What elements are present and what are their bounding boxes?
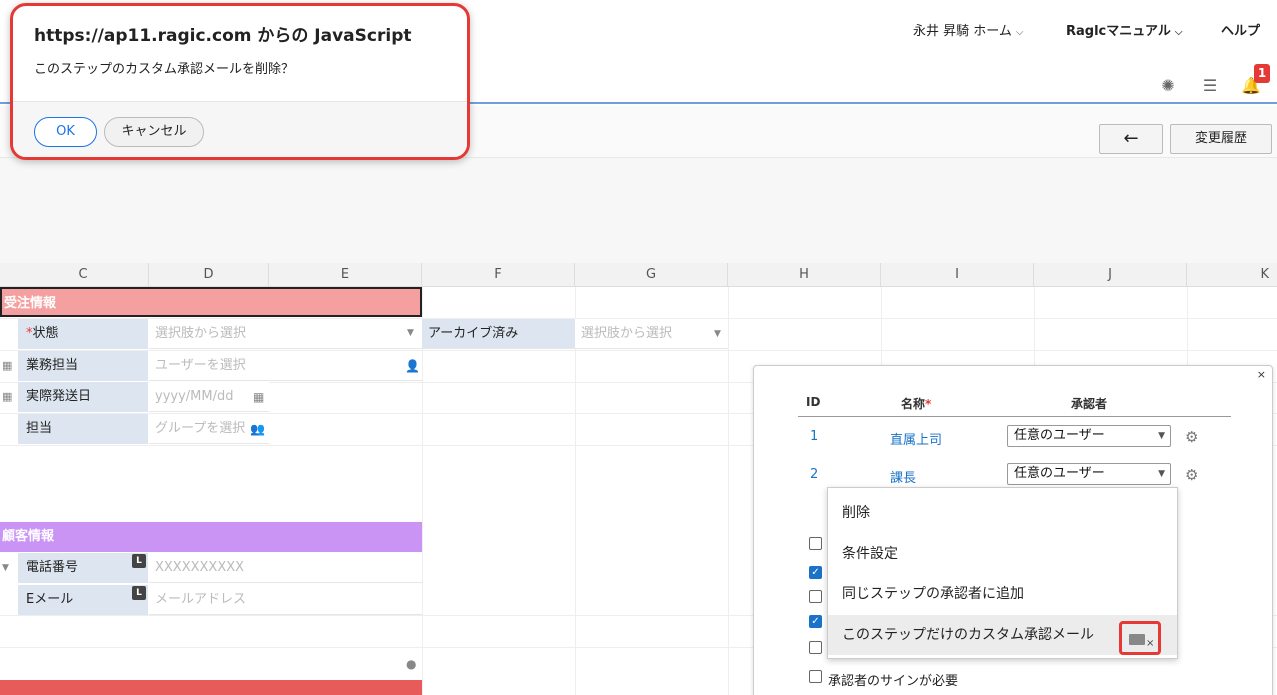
phone-input[interactable]: XXXXXXXXXX — [149, 553, 422, 583]
archived-select[interactable]: 選択肢から選択 — [575, 319, 728, 349]
confirm-dialog: https://ap11.ragic.com からの JavaScript この… — [10, 3, 470, 160]
dropdown-arrow-icon: ▼ — [407, 328, 414, 338]
column-header: F — [422, 263, 575, 287]
step-id: 2 — [810, 467, 819, 482]
user-home-menu[interactable]: 永井 昇騎 ホーム ⌵ — [913, 20, 1023, 39]
section-red-bar — [0, 680, 422, 695]
approver-select-value: 任意のユーザー — [1014, 466, 1105, 481]
link-badge: L — [132, 586, 146, 600]
column-header: D — [149, 263, 269, 287]
menu-item-custom-email[interactable]: このステップだけのカスタム承認メール × — [828, 615, 1177, 655]
chip-icon[interactable]: ✺ — [1158, 76, 1178, 96]
history-button[interactable]: 変更履歴 — [1170, 124, 1272, 154]
manual-menu[interactable]: Raglcマニュアル ⌵ — [1066, 20, 1182, 39]
approver-select-value: 任意のユーザー — [1014, 428, 1105, 443]
step-name-link[interactable]: 直属上司 — [890, 429, 942, 448]
close-icon: × — [1146, 638, 1155, 649]
option-checkbox[interactable]: ✓ — [809, 566, 822, 579]
status-label: *状態 — [18, 319, 148, 349]
sign-required-label: 承認者のサインが必要 — [828, 674, 959, 689]
dialog-footer: OK キャンセル — [13, 101, 467, 157]
header-id: ID — [806, 395, 821, 409]
cancel-button[interactable]: キャンセル — [104, 117, 204, 147]
status-select[interactable]: 選択肢から選択 — [149, 319, 422, 349]
dropdown-arrow-icon: ▼ — [2, 563, 9, 573]
column-header: E — [269, 263, 422, 287]
column-header: J — [1034, 263, 1187, 287]
chevron-down-icon: ⌵ — [1015, 27, 1024, 38]
link-badge: L — [132, 554, 146, 568]
user-icon: 👤 — [405, 359, 420, 373]
menu-item-delete[interactable]: 削除 — [828, 493, 1177, 533]
sign-required-checkbox[interactable] — [809, 670, 822, 683]
archived-label: アーカイブ済み — [422, 319, 575, 349]
required-marker: * — [925, 397, 932, 411]
ship-date-label: 実際発送日 — [18, 382, 148, 412]
email-label: Eメール — [18, 585, 148, 615]
status-label-text: 状態 — [32, 326, 59, 341]
column-header: H — [728, 263, 881, 287]
header-divider — [798, 416, 1231, 417]
staff-label: 業務担当 — [18, 351, 148, 381]
gear-icon[interactable]: ⚙ — [1185, 466, 1198, 484]
option-checkbox[interactable] — [809, 641, 822, 654]
column-header: C — [18, 263, 149, 287]
user-home-label: 永井 昇騎 ホーム — [913, 24, 1012, 39]
back-button[interactable]: ← — [1099, 124, 1163, 154]
custom-email-label: このステップだけのカスタム承認メール — [842, 627, 1094, 643]
form-header-area — [0, 158, 1277, 263]
step-id: 1 — [810, 429, 819, 444]
column-header: G — [575, 263, 728, 287]
header-name-text: 名称 — [901, 397, 926, 411]
assignee-label: 担当 — [18, 414, 148, 444]
calendar-icon[interactable]: ▦ — [253, 390, 264, 404]
dialog-message: このステップのカスタム承認メールを削除？ — [34, 62, 295, 77]
option-checkbox[interactable] — [809, 590, 822, 603]
approver-select[interactable]: 任意のユーザー ▼ — [1007, 463, 1171, 485]
dialog-title: https://ap11.ragic.com からの JavaScript — [34, 26, 412, 46]
dropdown-arrow-icon: ▼ — [714, 329, 721, 339]
manual-label: Raglcマニュアル — [1066, 24, 1171, 39]
option-checkbox[interactable]: ✓ — [809, 615, 822, 628]
group-icon: 👥 — [250, 422, 265, 436]
section-order-info[interactable]: 受注情報 — [0, 287, 422, 317]
header-approver: 承認者 — [1071, 397, 1108, 411]
ok-button[interactable]: OK — [34, 117, 97, 147]
gear-icon[interactable]: ⚙ — [1185, 428, 1198, 446]
grid-line — [728, 287, 729, 695]
location-pin-icon: ● — [406, 657, 417, 671]
help-menu[interactable]: ヘルプ — [1221, 20, 1260, 39]
email-input[interactable]: メールアドレス — [149, 585, 422, 615]
step-context-menu: 削除 条件設定 同じステップの承認者に追加 このステップだけのカスタム承認メール… — [827, 487, 1178, 659]
step-name-link[interactable]: 課長 — [890, 467, 916, 486]
calendar-mini-icon: ▦ — [2, 359, 13, 372]
phone-label: 電話番号 — [18, 553, 148, 583]
menu-item-conditions[interactable]: 条件設定 — [828, 534, 1177, 574]
close-icon[interactable]: × — [1257, 368, 1266, 381]
column-header-row: C D E F G H I J K — [0, 263, 1277, 287]
ship-date-input[interactable]: yyyy/MM/dd — [149, 382, 269, 412]
column-header: I — [881, 263, 1034, 287]
column-header: K — [1260, 267, 1269, 282]
notification-badge: 1 — [1254, 64, 1270, 83]
mail-delete-icon[interactable]: × — [1119, 621, 1161, 655]
envelope-icon — [1129, 634, 1145, 645]
header-name: 名称* — [901, 395, 931, 412]
chevron-down-icon: ⌵ — [1174, 27, 1183, 38]
dropdown-arrow-icon: ▼ — [1158, 469, 1165, 479]
option-checkbox[interactable] — [809, 537, 822, 550]
dropdown-arrow-icon: ▼ — [1158, 431, 1165, 441]
staff-user-picker[interactable]: ユーザーを選択 — [149, 351, 422, 381]
section-customer-info[interactable]: 顧客情報 — [0, 522, 422, 552]
approver-select[interactable]: 任意のユーザー ▼ — [1007, 425, 1171, 447]
checklist-icon[interactable]: ☰ — [1200, 76, 1220, 96]
calendar-mini-icon: ▦ — [2, 390, 13, 403]
menu-item-add-approver[interactable]: 同じステップの承認者に追加 — [828, 574, 1177, 614]
